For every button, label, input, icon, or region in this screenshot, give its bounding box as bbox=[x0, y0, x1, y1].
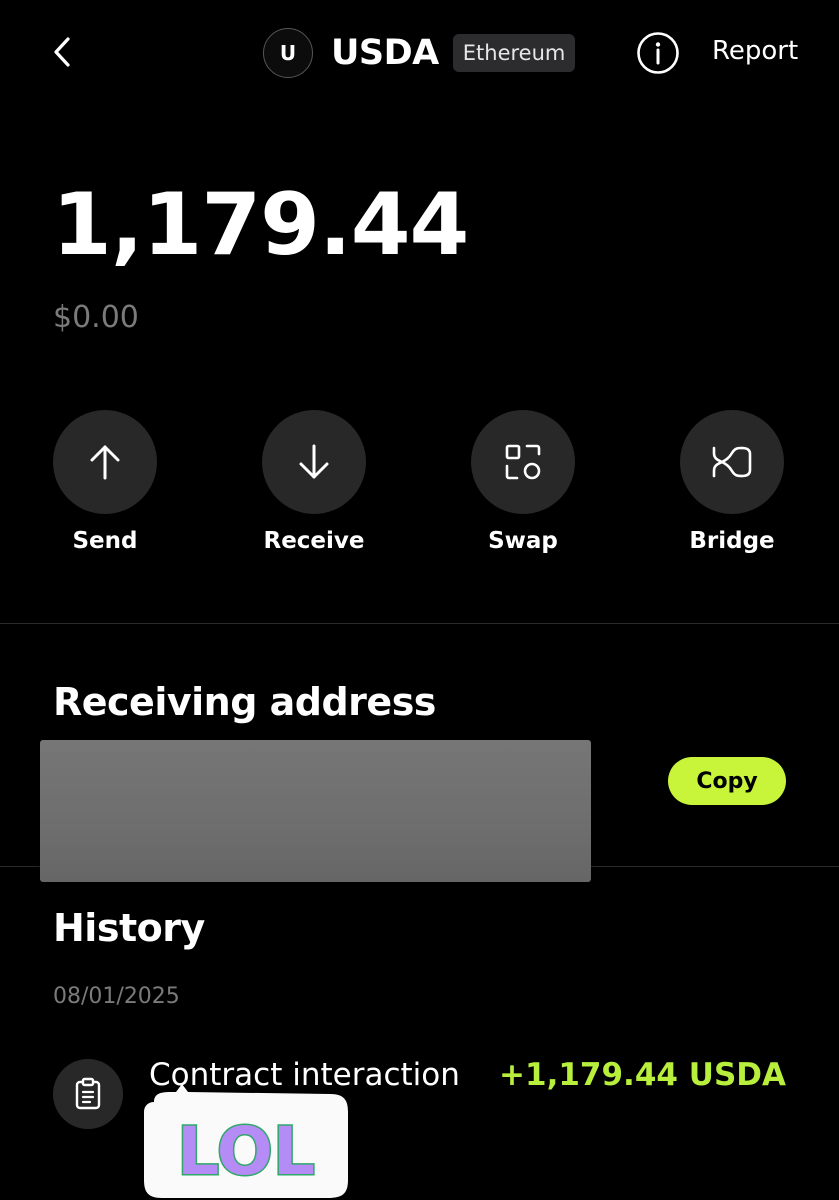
report-link[interactable]: Report bbox=[712, 36, 798, 66]
arrow-down-icon bbox=[299, 444, 329, 479]
copy-button[interactable]: Copy bbox=[668, 757, 786, 805]
section-divider bbox=[0, 623, 839, 624]
info-icon bbox=[637, 32, 679, 74]
transaction-amount: +1,179.44 USDA bbox=[499, 1057, 786, 1093]
bridge-icon bbox=[712, 446, 752, 478]
swap-button[interactable]: Swap bbox=[448, 410, 598, 554]
swap-label: Swap bbox=[488, 528, 558, 554]
swap-icon bbox=[505, 444, 541, 480]
bridge-button[interactable]: Bridge bbox=[657, 410, 807, 554]
receiving-address-title: Receiving address bbox=[53, 680, 436, 724]
send-button[interactable]: Send bbox=[30, 410, 180, 554]
history-title: History bbox=[53, 906, 205, 950]
send-label: Send bbox=[72, 528, 138, 554]
back-button[interactable] bbox=[40, 28, 84, 76]
bridge-label: Bridge bbox=[689, 528, 775, 554]
token-symbol: USDA bbox=[331, 33, 439, 73]
redacted-address bbox=[40, 740, 591, 882]
lol-sticker: LOL bbox=[144, 1084, 348, 1198]
sticker-text: LOL bbox=[177, 1113, 315, 1190]
receive-button[interactable]: Receive bbox=[239, 410, 389, 554]
arrow-up-icon bbox=[90, 445, 120, 480]
chevron-left-icon bbox=[54, 37, 70, 67]
receive-label: Receive bbox=[263, 528, 365, 554]
fiat-balance: $0.00 bbox=[53, 300, 139, 335]
info-button[interactable] bbox=[636, 31, 680, 75]
token-balance: 1,179.44 bbox=[52, 175, 469, 275]
history-date: 08/01/2025 bbox=[53, 984, 180, 1009]
clipboard-icon bbox=[75, 1077, 101, 1110]
token-header: U USDA Ethereum bbox=[263, 27, 576, 79]
network-badge: Ethereum bbox=[452, 34, 576, 72]
token-avatar: U bbox=[263, 28, 313, 78]
